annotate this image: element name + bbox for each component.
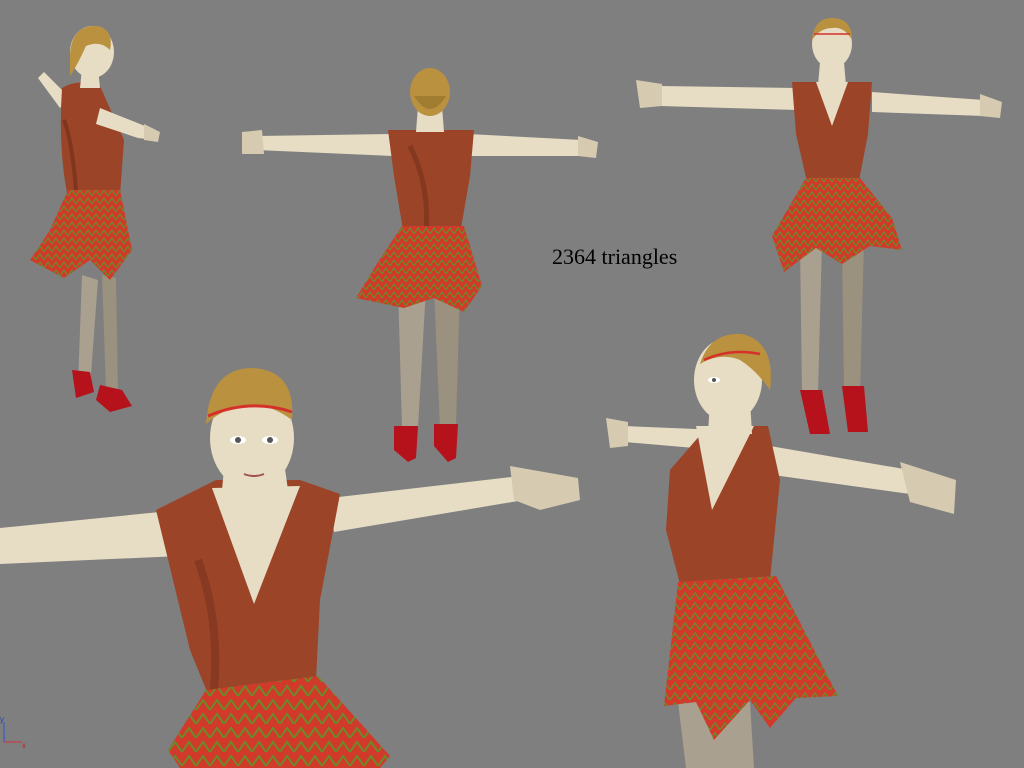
triangle-count-label: 2364 triangles: [552, 244, 678, 269]
axis-y-label: y: [0, 716, 4, 724]
model-view-angled: [606, 333, 956, 768]
viewport: 2364 triangles x y: [0, 0, 1024, 768]
axis-x-label: x: [22, 741, 26, 750]
axis-gizmo: x y: [0, 716, 26, 750]
model-view-closeup: [0, 368, 580, 768]
